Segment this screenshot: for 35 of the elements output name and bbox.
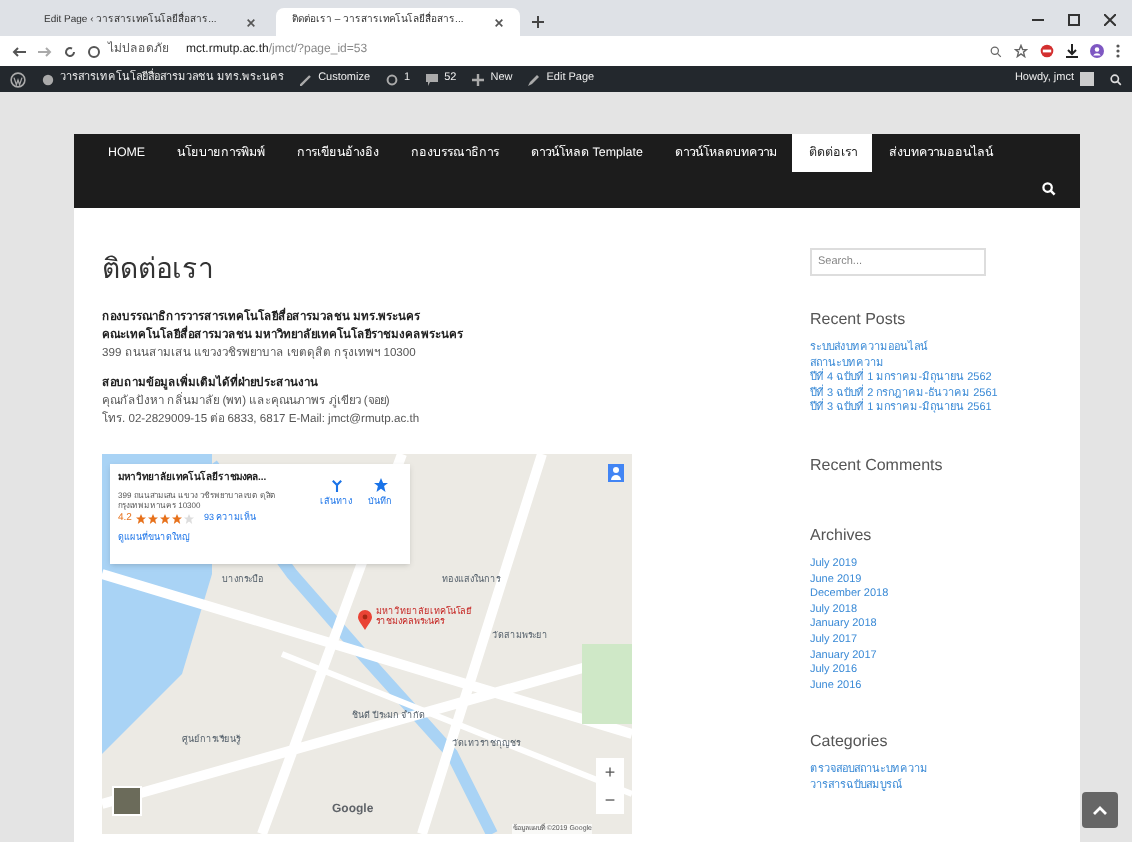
brush-icon [300,73,313,85]
close-icon[interactable] [494,17,504,27]
plus-icon[interactable] [532,16,544,28]
star-icon [373,478,387,492]
zoom-out-button[interactable]: − [596,786,624,814]
chevron-up-icon [1092,805,1108,815]
reload-icon[interactable] [64,45,76,57]
page-title: ติดต่อเรา [102,250,216,288]
speech-bubble-icon [426,73,439,85]
widget-title: Recent Comments [810,453,945,478]
avatar-icon [1080,72,1094,86]
satellite-thumbnail[interactable] [112,786,142,816]
widget-title: Recent Posts [810,308,908,332]
close-icon[interactable] [246,17,256,27]
search-icon[interactable] [1110,73,1122,85]
map-pin-icon [358,610,372,630]
wordpress-logo-icon[interactable] [10,71,26,87]
stop-sign-icon[interactable] [1040,44,1054,58]
back-icon[interactable] [12,45,26,57]
directions-icon [329,478,343,492]
close-icon[interactable] [1104,14,1116,26]
zoom-in-button[interactable]: + [596,758,624,786]
pencil-icon [528,73,541,85]
zoom-icon[interactable] [990,45,1002,57]
star-icon[interactable] [1014,44,1028,58]
scroll-top-button[interactable] [1082,792,1118,828]
maximize-icon[interactable] [1068,14,1080,26]
download-icon[interactable] [1066,44,1078,58]
plus-icon [472,73,485,85]
park-area [582,644,632,724]
widget-title: Archives [810,523,874,548]
profile-avatar-icon[interactable] [1090,44,1104,58]
person-icon[interactable] [608,464,624,482]
minimize-icon[interactable] [1032,14,1044,26]
widget-title: Categories [810,730,890,755]
